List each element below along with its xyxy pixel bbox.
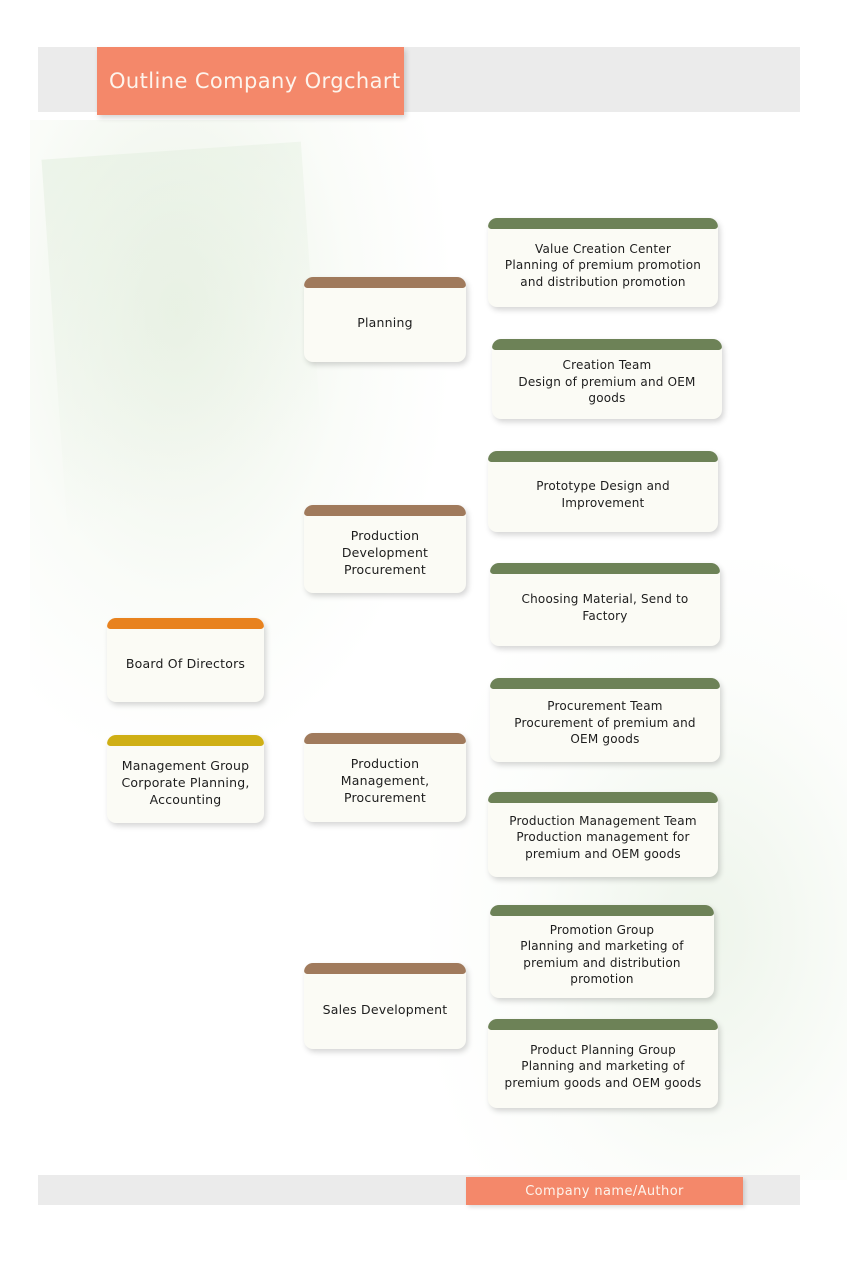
node-production-management[interactable]: Production Management, Procurement bbox=[304, 733, 466, 822]
node-label: Promotion Group Planning and marketing o… bbox=[520, 922, 684, 987]
node-choosing-material[interactable]: Choosing Material, Send to Factory bbox=[490, 563, 720, 646]
node-planning[interactable]: Planning bbox=[304, 277, 466, 362]
node-creation-team[interactable]: Creation Team Design of premium and OEM … bbox=[492, 339, 722, 419]
node-management-group[interactable]: Management Group Corporate Planning, Acc… bbox=[107, 735, 264, 823]
node-sales-development[interactable]: Sales Development bbox=[304, 963, 466, 1049]
node-label: Prototype Design and Improvement bbox=[536, 479, 670, 510]
node-promotion-group[interactable]: Promotion Group Planning and marketing o… bbox=[490, 905, 714, 998]
page-title: Outline Company Orgchart bbox=[109, 69, 401, 93]
node-product-planning-group[interactable]: Product Planning Group Planning and mark… bbox=[488, 1019, 718, 1108]
title-plate: Outline Company Orgchart bbox=[97, 47, 404, 115]
node-label: Product Planning Group Planning and mark… bbox=[504, 1042, 702, 1090]
node-procurement-team[interactable]: Procurement Team Procurement of premium … bbox=[490, 678, 720, 762]
node-cap bbox=[488, 451, 718, 462]
node-label: Production Management, Procurement bbox=[340, 756, 430, 805]
node-cap bbox=[488, 218, 718, 229]
node-cap bbox=[304, 277, 466, 288]
node-board-of-directors[interactable]: Board Of Directors bbox=[107, 618, 264, 702]
node-prototype-design[interactable]: Prototype Design and Improvement bbox=[488, 451, 718, 532]
node-cap bbox=[304, 963, 466, 974]
node-label: Planning bbox=[357, 315, 413, 330]
node-production-management-team[interactable]: Production Management Team Production ma… bbox=[488, 792, 718, 877]
node-value-creation-center[interactable]: Value Creation Center Planning of premiu… bbox=[488, 218, 718, 307]
background-wash-diagonal bbox=[41, 141, 339, 699]
footer-plate: Company name/Author bbox=[466, 1177, 743, 1205]
footer-label: Company name/Author bbox=[525, 1183, 684, 1199]
node-label: Creation Team Design of premium and OEM … bbox=[518, 358, 696, 406]
node-cap bbox=[107, 618, 264, 629]
node-label: Sales Development bbox=[322, 1001, 448, 1017]
node-production-development[interactable]: Production Development Procurement bbox=[304, 505, 466, 593]
orgchart-page: Outline Company Orgchart Board Of Direct… bbox=[0, 0, 847, 1265]
node-cap bbox=[490, 563, 720, 574]
node-cap bbox=[488, 1019, 718, 1030]
node-label: Production Development Procurement bbox=[341, 527, 429, 577]
node-label: Management Group Corporate Planning, Acc… bbox=[121, 757, 250, 807]
node-label: Board Of Directors bbox=[125, 655, 246, 671]
node-label: Value Creation Center Planning of premiu… bbox=[504, 241, 702, 289]
node-label: Production Management Team Production ma… bbox=[509, 813, 697, 861]
node-label: Procurement Team Procurement of premium … bbox=[514, 699, 696, 747]
node-label: Choosing Material, Send to Factory bbox=[521, 592, 689, 623]
